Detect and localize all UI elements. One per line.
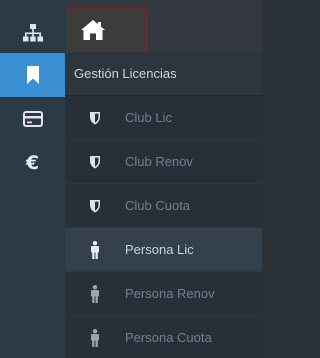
sitemap-icon [22, 24, 43, 42]
menu-item-label: Persona Renov [125, 286, 215, 301]
menu-item-persona-cuota[interactable]: Persona Cuota [65, 316, 262, 358]
menu-item-club-lic[interactable]: Club Lic [65, 96, 262, 140]
menu-item-persona-renov[interactable]: Persona Renov [65, 272, 262, 316]
rail-item-licenses[interactable] [0, 53, 65, 97]
bookmark-icon [26, 66, 39, 84]
menu-item-club-cuota[interactable]: Club Cuota [65, 184, 262, 228]
shield-icon [90, 155, 100, 168]
rail-item-payments[interactable] [0, 97, 65, 141]
icon-rail: € [0, 0, 65, 358]
rail-item-euro[interactable]: € [0, 141, 65, 185]
person-icon [91, 284, 99, 303]
menu-item-label: Club Lic [125, 110, 172, 125]
shield-icon [90, 199, 100, 212]
menu-item-label: Club Renov [125, 154, 193, 169]
home-button[interactable] [67, 8, 147, 52]
shield-icon [90, 111, 100, 124]
person-icon [91, 240, 99, 259]
person-icon [91, 328, 99, 347]
menu-item-label: Persona Lic [125, 242, 194, 257]
menu-item-label: Club Cuota [125, 198, 191, 213]
home-icon [81, 20, 105, 40]
submenu-title: Gestión Licencias [74, 66, 177, 81]
submenu-header: Gestión Licencias [65, 52, 262, 96]
submenu-panel: Gestión Licencias Club Lic Club Renov Cl… [65, 52, 262, 358]
rail-item-structure[interactable] [0, 11, 65, 55]
menu-item-label: Persona Cuota [125, 330, 212, 345]
menu-item-persona-lic[interactable]: Persona Lic [65, 228, 262, 272]
euro-icon: € [25, 152, 40, 174]
menu-item-club-renov[interactable]: Club Renov [65, 140, 262, 184]
credit-card-icon [22, 111, 43, 127]
